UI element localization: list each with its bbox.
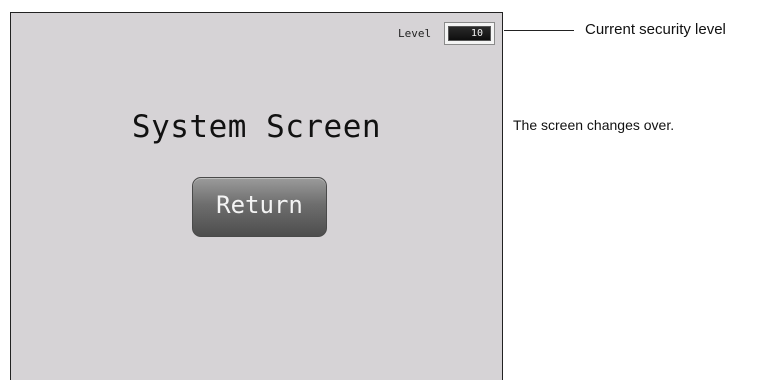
return-button[interactable]: Return <box>192 177 327 237</box>
security-level-field: 10 <box>448 26 491 41</box>
level-callout-text: Current security level <box>585 21 726 38</box>
system-screen: Level 10 System Screen Return <box>10 12 503 380</box>
screen-title: System Screen <box>131 109 382 145</box>
screen-change-note: The screen changes over. <box>513 117 675 133</box>
level-label: Level <box>398 27 432 40</box>
level-callout-line <box>504 30 574 31</box>
security-level-value: 10 <box>470 28 483 39</box>
security-level-display: 10 <box>444 22 495 45</box>
